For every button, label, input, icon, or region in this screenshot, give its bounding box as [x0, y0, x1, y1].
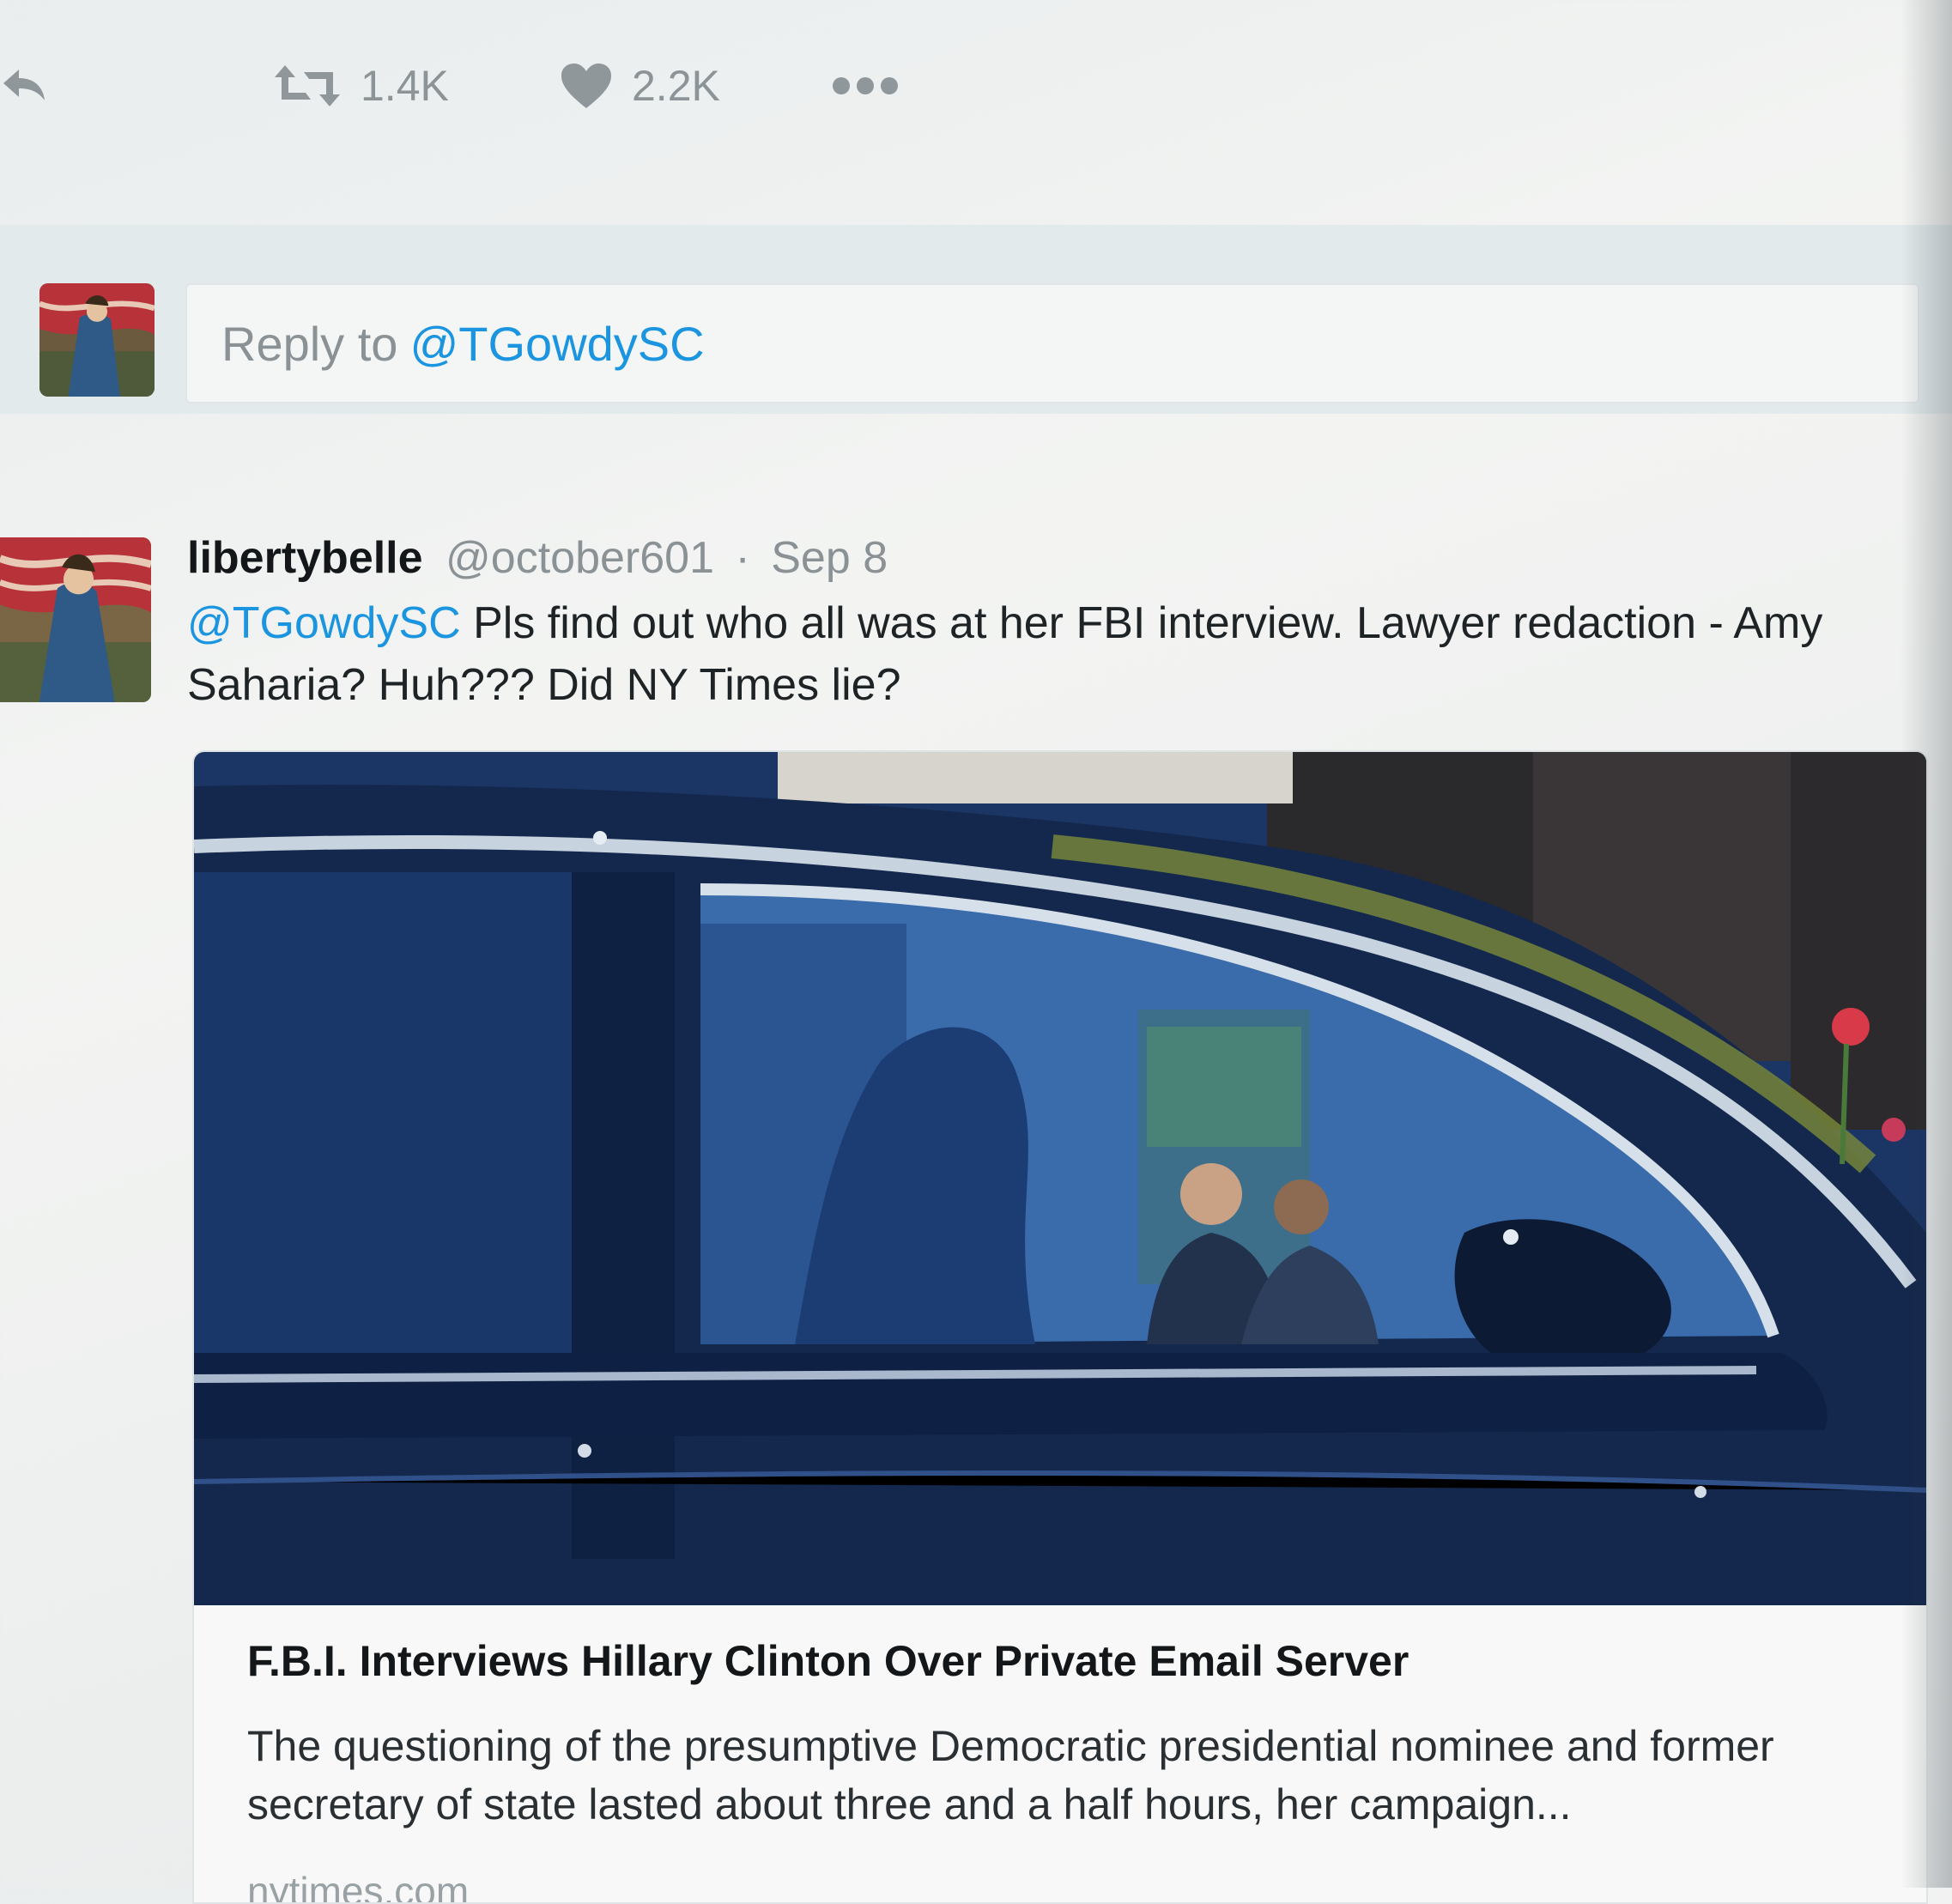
like-count: 2.2K	[632, 62, 720, 110]
card-title: F.B.I. Interviews Hillary Clinton Over P…	[247, 1637, 1409, 1685]
reply-handle: @TGowdySC	[409, 316, 705, 371]
retweet-icon	[273, 62, 342, 110]
tweet-mention-link[interactable]: @TGowdySC	[187, 598, 461, 648]
tweet-timestamp[interactable]: Sep 8	[771, 533, 888, 583]
more-options-button[interactable]	[831, 43, 900, 129]
tweet-author-avatar[interactable]	[0, 537, 151, 702]
card-domain: nytimes.com	[247, 1869, 470, 1904]
tweet-action-bar: 1.4K 2.2K	[0, 43, 1030, 129]
tweet-header: libertybelle @october601 · Sep 8	[187, 532, 888, 584]
card-description: The questioning of the presumptive Democ…	[247, 1722, 1774, 1828]
reply-input[interactable]: Reply to @TGowdySC	[185, 283, 1919, 403]
reply-button[interactable]	[0, 43, 48, 129]
author-screen-name[interactable]: @october601	[446, 533, 714, 583]
reply-icon	[0, 64, 48, 107]
current-user-avatar[interactable]	[39, 283, 155, 397]
reply-prefix: Reply to	[221, 316, 398, 371]
reply-composer: Reply to @TGowdySC	[0, 225, 1952, 414]
author-display-name[interactable]: libertybelle	[187, 533, 423, 583]
card-image[interactable]	[194, 752, 1926, 1605]
more-dots-icon	[831, 76, 900, 96]
header-separator: ·	[735, 533, 750, 583]
heart-icon	[560, 62, 613, 110]
retweet-button[interactable]: 1.4K	[273, 43, 449, 129]
like-button[interactable]: 2.2K	[560, 43, 720, 129]
retweet-count: 1.4K	[361, 62, 449, 110]
link-preview-card[interactable]: F.B.I. Interviews Hillary Clinton Over P…	[192, 750, 1928, 1904]
tweet-text: @TGowdySC Pls find out who all was at he…	[187, 592, 1904, 716]
